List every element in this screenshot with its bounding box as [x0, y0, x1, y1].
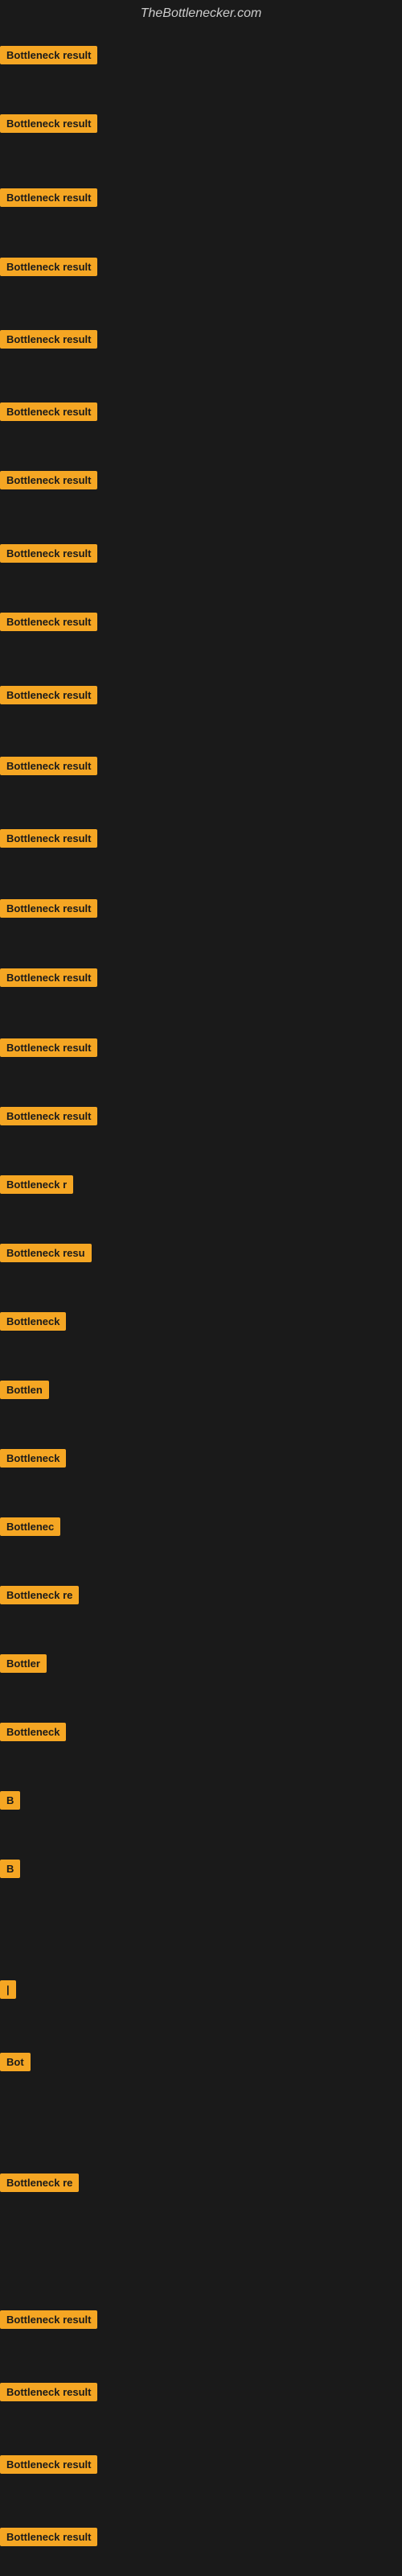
- bottleneck-label-2: Bottleneck result: [0, 114, 97, 133]
- bottleneck-label-31: Bottleneck result: [0, 2310, 97, 2329]
- bottleneck-label-22: Bottlenec: [0, 1517, 60, 1536]
- bottleneck-label-19: Bottleneck: [0, 1312, 66, 1331]
- bottleneck-label-7: Bottleneck result: [0, 471, 97, 489]
- bottleneck-label-8: Bottleneck result: [0, 544, 97, 563]
- bottleneck-item-24: Bottler: [0, 1654, 47, 1677]
- bottleneck-label-25: Bottleneck: [0, 1723, 66, 1741]
- bottleneck-label-33: Bottleneck result: [0, 2455, 97, 2474]
- bottleneck-item-23: Bottleneck re: [0, 1586, 79, 1608]
- bottleneck-item-26: B: [0, 1791, 20, 1814]
- bottleneck-item-21: Bottleneck: [0, 1449, 66, 1472]
- bottleneck-item-12: Bottleneck result: [0, 829, 97, 852]
- bottleneck-item-1: Bottleneck result: [0, 46, 97, 68]
- bottleneck-item-7: Bottleneck result: [0, 471, 97, 493]
- bottleneck-item-5: Bottleneck result: [0, 330, 97, 353]
- bottleneck-item-3: Bottleneck result: [0, 188, 97, 211]
- bottleneck-item-28: |: [0, 1980, 16, 2003]
- bottleneck-item-32: Bottleneck result: [0, 2383, 97, 2405]
- bottleneck-item-19: Bottleneck: [0, 1312, 66, 1335]
- site-title: TheBottlenecker.com: [0, 0, 402, 24]
- bottleneck-item-33: Bottleneck result: [0, 2455, 97, 2478]
- bottleneck-item-31: Bottleneck result: [0, 2310, 97, 2333]
- bottleneck-label-24: Bottler: [0, 1654, 47, 1673]
- bottleneck-label-30: Bottleneck re: [0, 2174, 79, 2192]
- bottleneck-label-21: Bottleneck: [0, 1449, 66, 1468]
- bottleneck-label-15: Bottleneck result: [0, 1038, 97, 1057]
- bottleneck-item-18: Bottleneck resu: [0, 1244, 92, 1266]
- bottleneck-label-28: |: [0, 1980, 16, 1999]
- bottleneck-item-8: Bottleneck result: [0, 544, 97, 567]
- bottleneck-item-17: Bottleneck r: [0, 1175, 73, 1198]
- bottleneck-item-15: Bottleneck result: [0, 1038, 97, 1061]
- bottleneck-item-6: Bottleneck result: [0, 402, 97, 425]
- bottleneck-label-20: Bottlen: [0, 1381, 49, 1399]
- bottleneck-label-23: Bottleneck re: [0, 1586, 79, 1604]
- bottleneck-item-13: Bottleneck result: [0, 899, 97, 922]
- bottleneck-label-4: Bottleneck result: [0, 258, 97, 276]
- bottleneck-item-4: Bottleneck result: [0, 258, 97, 280]
- bottleneck-item-30: Bottleneck re: [0, 2174, 79, 2196]
- bottleneck-item-9: Bottleneck result: [0, 613, 97, 635]
- bottleneck-item-16: Bottleneck result: [0, 1107, 97, 1129]
- bottleneck-label-34: Bottleneck result: [0, 2528, 97, 2546]
- bottleneck-label-14: Bottleneck result: [0, 968, 97, 987]
- bottleneck-label-9: Bottleneck result: [0, 613, 97, 631]
- bottleneck-label-26: B: [0, 1791, 20, 1810]
- bottleneck-label-11: Bottleneck result: [0, 757, 97, 775]
- bottleneck-label-6: Bottleneck result: [0, 402, 97, 421]
- bottleneck-item-22: Bottlenec: [0, 1517, 60, 1540]
- bottleneck-item-34: Bottleneck result: [0, 2528, 97, 2550]
- bottleneck-label-1: Bottleneck result: [0, 46, 97, 64]
- bottleneck-item-27: B: [0, 1860, 20, 1882]
- bottleneck-label-29: Bot: [0, 2053, 31, 2071]
- bottleneck-label-13: Bottleneck result: [0, 899, 97, 918]
- bottleneck-item-10: Bottleneck result: [0, 686, 97, 708]
- bottleneck-label-10: Bottleneck result: [0, 686, 97, 704]
- bottleneck-label-12: Bottleneck result: [0, 829, 97, 848]
- bottleneck-label-17: Bottleneck r: [0, 1175, 73, 1194]
- bottleneck-item-14: Bottleneck result: [0, 968, 97, 991]
- bottleneck-label-27: B: [0, 1860, 20, 1878]
- bottleneck-item-25: Bottleneck: [0, 1723, 66, 1745]
- bottleneck-item-20: Bottlen: [0, 1381, 49, 1403]
- bottleneck-label-16: Bottleneck result: [0, 1107, 97, 1125]
- bottleneck-label-3: Bottleneck result: [0, 188, 97, 207]
- bottleneck-item-2: Bottleneck result: [0, 114, 97, 137]
- bottleneck-label-5: Bottleneck result: [0, 330, 97, 349]
- bottleneck-label-18: Bottleneck resu: [0, 1244, 92, 1262]
- bottleneck-label-32: Bottleneck result: [0, 2383, 97, 2401]
- bottleneck-item-11: Bottleneck result: [0, 757, 97, 779]
- bottleneck-item-29: Bot: [0, 2053, 31, 2075]
